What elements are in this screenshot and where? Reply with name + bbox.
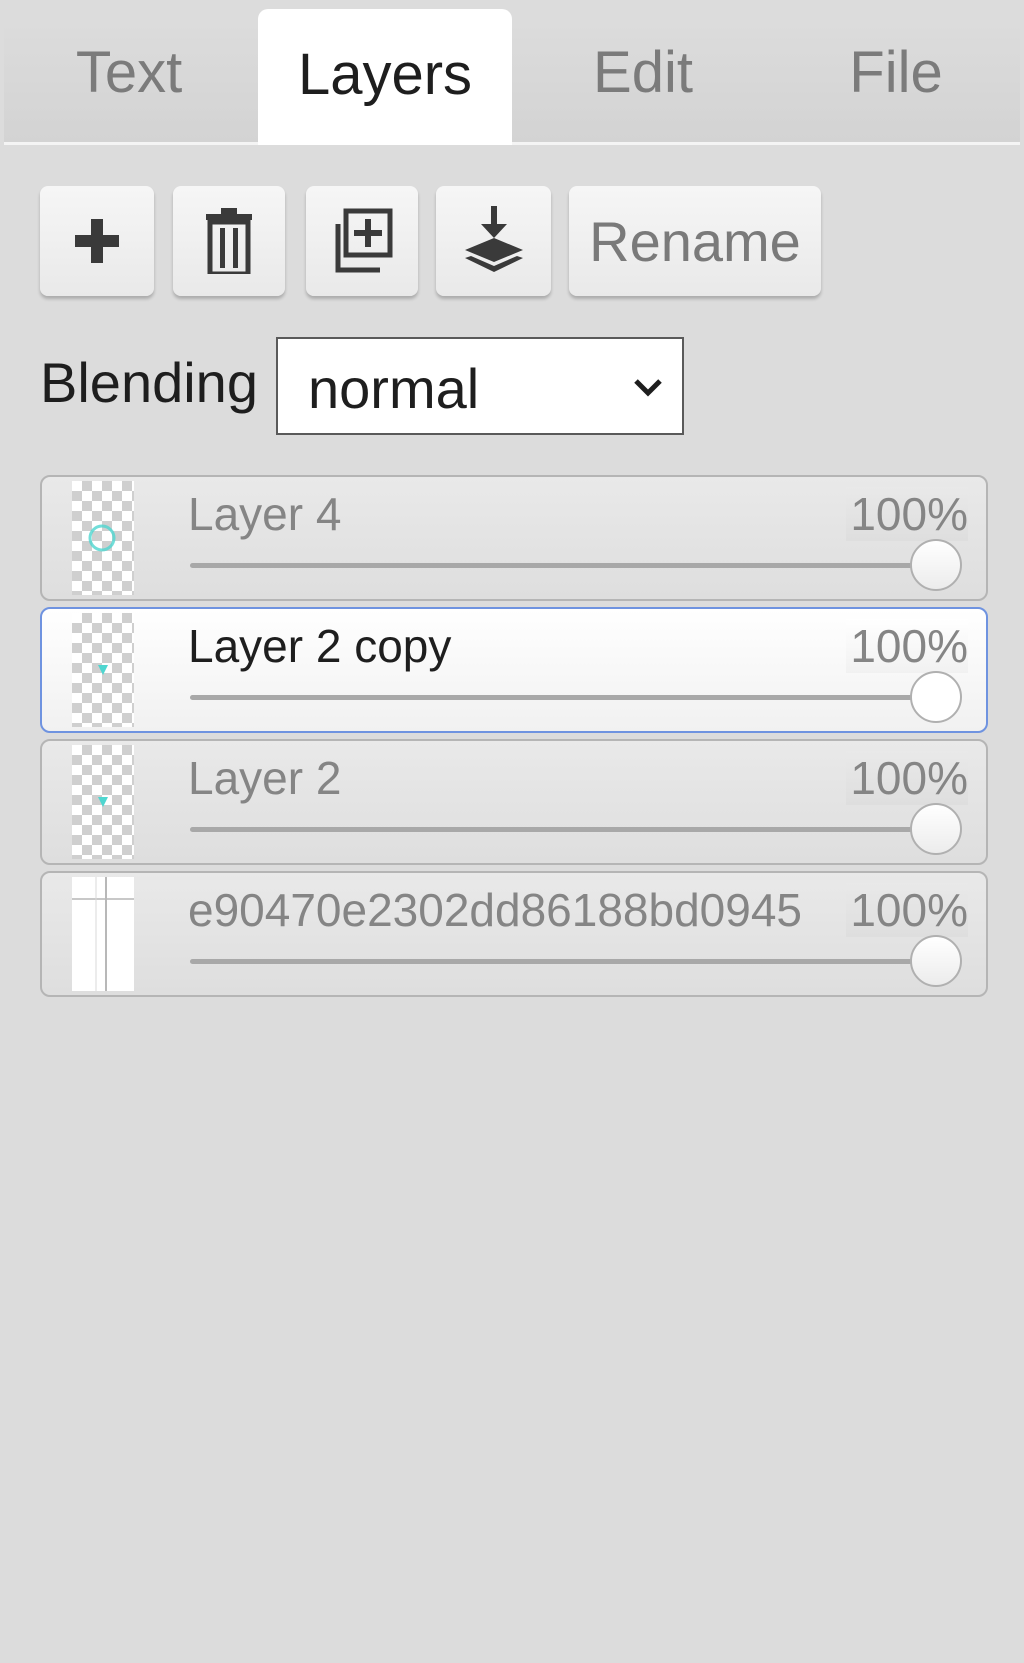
layer-row[interactable]: Layer 2 100% (40, 739, 988, 865)
rename-button[interactable]: Rename (569, 186, 821, 296)
tab-layers[interactable]: Layers (258, 9, 512, 145)
tab-bar: Text Layers Edit File (4, 0, 1020, 145)
layer-opacity-value: 100% (846, 751, 968, 805)
tab-file[interactable]: File (772, 9, 1020, 142)
layer-name: e90470e2302dd86188bd0945 (188, 884, 802, 936)
blending-label: Blending (40, 351, 258, 414)
opacity-slider-track[interactable] (190, 959, 930, 964)
duplicate-icon (335, 208, 393, 273)
opacity-slider-thumb[interactable] (910, 671, 962, 723)
duplicate-layer-button[interactable] (306, 186, 418, 296)
opacity-slider-thumb[interactable] (910, 539, 962, 591)
layer-row[interactable]: e90470e2302dd86188bd0945 100% (40, 871, 988, 997)
layer-thumbnail (72, 613, 134, 727)
merge-down-icon (464, 206, 523, 272)
layer-name: Layer 2 copy (188, 620, 452, 672)
delete-layer-button[interactable] (173, 186, 285, 296)
layer-row[interactable]: Layer 2 copy 100% (40, 607, 988, 733)
layer-thumbnail (72, 745, 134, 859)
merge-down-button[interactable] (436, 186, 551, 296)
blending-select[interactable]: normal (276, 337, 684, 435)
layer-thumbnail (72, 481, 134, 595)
layer-thumbnail (72, 877, 134, 991)
opacity-slider-track[interactable] (190, 695, 930, 700)
add-layer-button[interactable] (40, 186, 154, 296)
trash-icon (206, 208, 252, 274)
layers-panel: Text Layers Edit File Rename Blending no… (0, 0, 1024, 1663)
blending-value: normal (308, 357, 480, 420)
opacity-slider-thumb[interactable] (910, 935, 962, 987)
tab-edit[interactable]: Edit (516, 9, 770, 142)
opacity-slider-track[interactable] (190, 827, 930, 832)
plus-icon (75, 219, 119, 263)
opacity-slider-thumb[interactable] (910, 803, 962, 855)
layer-opacity-value: 100% (846, 883, 968, 937)
layer-name: Layer 4 (188, 488, 342, 540)
layer-opacity-value: 100% (846, 487, 968, 541)
tab-text[interactable]: Text (4, 9, 254, 142)
layer-row[interactable]: Layer 4 100% (40, 475, 988, 601)
chevron-down-icon (634, 379, 662, 397)
opacity-slider-track[interactable] (190, 563, 930, 568)
layer-opacity-value: 100% (846, 619, 968, 673)
layer-name: Layer 2 (188, 752, 342, 804)
